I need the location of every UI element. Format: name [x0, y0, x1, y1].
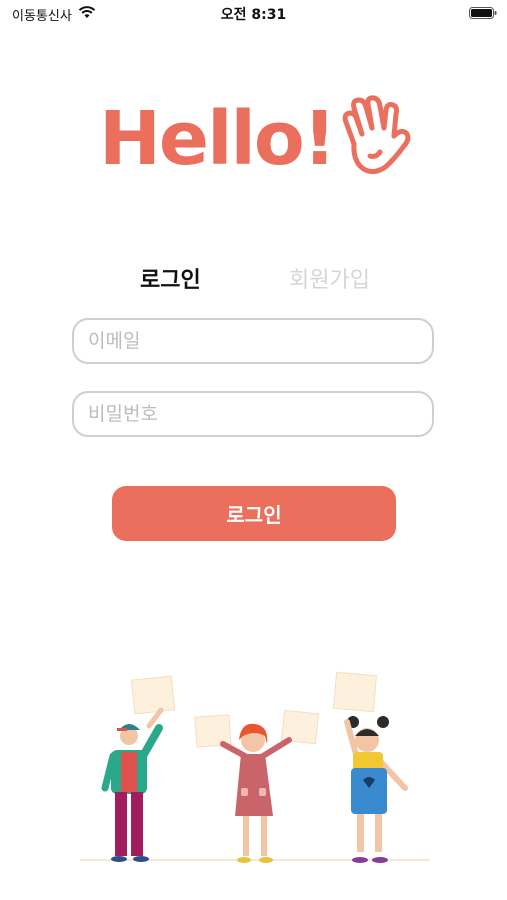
kids-holding-signs-illustration [80, 671, 430, 863]
password-field[interactable] [74, 393, 432, 435]
girl-overalls-figure [332, 671, 408, 863]
hello-logo: Hello! [99, 95, 411, 180]
waving-hand-icon [342, 95, 411, 174]
battery-icon [469, 7, 497, 19]
girl-pink-figure [194, 709, 320, 863]
status-bar: 이동통신사 오전 8:31 [0, 0, 507, 28]
email-field-container [72, 318, 434, 364]
boy-figure [101, 675, 176, 862]
login-button[interactable]: 로그인 [112, 486, 396, 541]
clock: 오전 8:31 [220, 7, 287, 23]
password-field-container [72, 391, 434, 437]
tab-signup[interactable]: 회원가입 [289, 262, 370, 294]
logo-text: Hello! [99, 96, 334, 180]
tab-login[interactable]: 로그인 [140, 262, 201, 294]
email-field[interactable] [74, 320, 432, 362]
